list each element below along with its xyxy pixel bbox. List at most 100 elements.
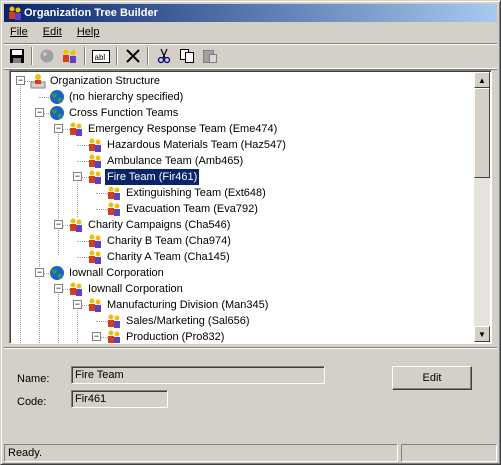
tree-vertical-scrollbar[interactable]: ▲ ▼ bbox=[474, 72, 490, 342]
tree-node[interactable]: − Fire Team (Fir461) bbox=[10, 168, 470, 186]
tree-node-label[interactable]: (no hierarchy specified) bbox=[67, 89, 185, 105]
tree-node-label[interactable]: Charity B Team (Cha974) bbox=[105, 233, 233, 249]
scroll-down-button[interactable]: ▼ bbox=[474, 326, 490, 342]
org-tree-view[interactable]: − Organization Structure (no hierarchy spe… bbox=[9, 70, 492, 344]
tree-node[interactable]: Hazardous Materials Team (Haz547) bbox=[10, 137, 470, 153]
tree-node[interactable]: Sales/Marketing (Sal656) bbox=[10, 313, 470, 329]
copy-icon bbox=[180, 49, 194, 63]
team-people-icon bbox=[89, 170, 101, 184]
cut-icon bbox=[157, 48, 171, 64]
arrow-down-icon: ▼ bbox=[478, 329, 486, 339]
tree-node[interactable]: − Organization Structure bbox=[10, 73, 470, 89]
code-field: Fir461 bbox=[71, 390, 168, 408]
collapse-toggle-icon[interactable]: − bbox=[73, 172, 82, 181]
tree-node[interactable]: (no hierarchy specified) bbox=[10, 89, 470, 105]
team-people-icon bbox=[108, 330, 120, 343]
menu-help[interactable]: Help bbox=[71, 24, 106, 42]
team-people-icon bbox=[108, 202, 120, 216]
menu-bar: File Edit Help bbox=[4, 24, 497, 42]
tree-node[interactable]: − Production (Pro832) bbox=[10, 329, 470, 343]
toolbar: * abl bbox=[4, 43, 497, 69]
cut-button[interactable] bbox=[153, 46, 175, 66]
tree-node[interactable]: − Emergency Response Team (Eme474) bbox=[10, 121, 470, 137]
collapse-toggle-icon[interactable]: − bbox=[54, 284, 63, 293]
menu-file[interactable]: File bbox=[4, 24, 34, 42]
team-people-icon bbox=[70, 282, 82, 296]
arrow-up-icon: ▲ bbox=[478, 75, 486, 85]
app-window: Organization Tree Builder File Edit Help… bbox=[0, 0, 501, 465]
delete-x-icon bbox=[126, 49, 140, 63]
org-root-icon bbox=[30, 74, 46, 89]
collapse-toggle-icon[interactable]: − bbox=[35, 108, 44, 117]
tree-node-label[interactable]: Evacuation Team (Eva792) bbox=[124, 201, 260, 217]
name-label: Name: bbox=[17, 373, 50, 385]
tree-node-label[interactable]: Extinguishing Team (Ext648) bbox=[124, 185, 268, 201]
tree-node[interactable]: − Cross Function Teams bbox=[10, 105, 470, 121]
tree-node[interactable]: Extinguishing Team (Ext648) bbox=[10, 185, 470, 201]
tree-node-label[interactable]: Charity A Team (Cha145) bbox=[105, 249, 232, 265]
tree-node[interactable]: Charity A Team (Cha145) bbox=[10, 249, 470, 265]
status-panel bbox=[401, 444, 497, 462]
tree-node[interactable]: − Charity Campaigns (Cha546) bbox=[10, 217, 470, 233]
textbox-icon: abl bbox=[92, 50, 110, 63]
team-people-icon bbox=[70, 122, 82, 136]
tree-node[interactable]: Evacuation Team (Eva792) bbox=[10, 201, 470, 217]
menu-edit[interactable]: Edit bbox=[37, 24, 68, 42]
code-label: Code: bbox=[17, 396, 47, 408]
edit-button[interactable]: Edit bbox=[392, 366, 472, 390]
toolbar-separator bbox=[84, 47, 86, 65]
svg-text:abl: abl bbox=[95, 53, 106, 62]
collapse-toggle-icon[interactable]: − bbox=[92, 332, 101, 341]
scroll-thumb[interactable] bbox=[474, 88, 490, 178]
title-bar[interactable]: Organization Tree Builder bbox=[4, 4, 497, 22]
team-people-icon bbox=[89, 298, 101, 312]
team-people-icon bbox=[70, 218, 82, 232]
collapse-toggle-icon[interactable]: − bbox=[54, 124, 63, 133]
team-people-icon bbox=[89, 138, 101, 152]
add-hierarchy-button[interactable] bbox=[36, 46, 58, 66]
tree-node-label[interactable]: Emergency Response Team (Eme474) bbox=[86, 121, 279, 137]
tree-node-label[interactable]: Cross Function Teams bbox=[67, 105, 180, 121]
tree-node-label[interactable]: Production (Pro832) bbox=[124, 329, 226, 343]
rename-button[interactable]: abl bbox=[90, 46, 112, 66]
tree-node[interactable]: − Manufacturing Division (Man345) bbox=[10, 297, 470, 313]
tree-node-label[interactable]: Hazardous Materials Team (Haz547) bbox=[105, 137, 288, 153]
window-title: Organization Tree Builder bbox=[24, 7, 158, 19]
tree-node-label[interactable]: Iownall Corporation bbox=[86, 281, 185, 297]
save-icon bbox=[10, 49, 24, 63]
collapse-toggle-icon[interactable]: − bbox=[54, 220, 63, 229]
people-add-icon: * bbox=[63, 49, 76, 63]
tree-node[interactable]: Charity B Team (Cha974) bbox=[10, 233, 470, 249]
tree-node[interactable]: − Iownall Corporation bbox=[10, 265, 470, 281]
tree-node-label[interactable]: Organization Structure bbox=[48, 73, 162, 89]
tree-node[interactable]: Ambulance Team (Amb465) bbox=[10, 153, 470, 169]
collapse-toggle-icon[interactable]: − bbox=[16, 76, 25, 85]
tree-node-label[interactable]: Iownall Corporation bbox=[67, 265, 166, 281]
copy-button[interactable] bbox=[176, 46, 198, 66]
paste-icon bbox=[203, 50, 217, 63]
team-people-icon bbox=[108, 186, 120, 200]
collapse-toggle-icon[interactable]: − bbox=[73, 300, 82, 309]
svg-text:*: * bbox=[73, 49, 76, 55]
globe-icon bbox=[40, 49, 54, 63]
status-text: Ready. bbox=[4, 444, 398, 462]
scroll-up-button[interactable]: ▲ bbox=[474, 72, 490, 88]
status-bar: Ready. bbox=[4, 444, 497, 462]
team-people-icon bbox=[89, 234, 101, 248]
team-people-icon bbox=[89, 250, 101, 264]
paste-button[interactable] bbox=[199, 46, 221, 66]
save-button[interactable] bbox=[6, 46, 28, 66]
team-people-icon bbox=[89, 154, 101, 168]
tree-node-label[interactable]: Sales/Marketing (Sal656) bbox=[124, 313, 252, 329]
collapse-toggle-icon[interactable]: − bbox=[35, 268, 44, 277]
globe-icon bbox=[50, 106, 64, 120]
add-team-button[interactable]: * bbox=[59, 46, 81, 66]
tree-node-label[interactable]: Manufacturing Division (Man345) bbox=[105, 297, 270, 313]
delete-button[interactable] bbox=[122, 46, 144, 66]
globe-icon bbox=[50, 266, 64, 280]
tree-node-label-selected[interactable]: Fire Team (Fir461) bbox=[103, 168, 201, 186]
tree-node[interactable]: − Iownall Corporation bbox=[10, 281, 470, 297]
toolbar-separator bbox=[147, 47, 149, 65]
tree-node-label[interactable]: Ambulance Team (Amb465) bbox=[105, 153, 245, 169]
tree-node-label[interactable]: Charity Campaigns (Cha546) bbox=[86, 217, 232, 233]
